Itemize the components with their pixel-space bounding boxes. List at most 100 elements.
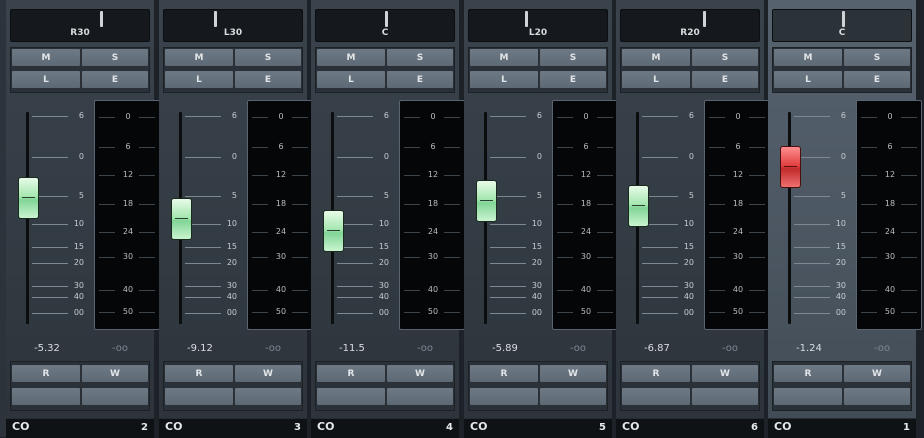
volume-fader[interactable]	[476, 179, 497, 222]
empty-button[interactable]	[773, 387, 843, 406]
peak-readout[interactable]: -oo	[722, 343, 738, 354]
channel-strip-1[interactable]: C M S L E 6 0 5 10 15 20 30 40 00 0 6 12 18 24 30 40 50 …	[768, 0, 922, 438]
pan-knob[interactable]	[525, 11, 528, 27]
write-button[interactable]: W	[539, 364, 607, 383]
solo-button[interactable]: S	[843, 48, 911, 67]
empty-button[interactable]	[691, 387, 759, 406]
pan-control[interactable]: R20	[620, 9, 760, 42]
channel-strip-2[interactable]: R30 M S L E 6 0 5 10 15 20 30 40 00 0 6 12 18 24 30 40 5…	[6, 0, 160, 438]
link-icon[interactable]: CO	[774, 420, 791, 433]
peak-readout[interactable]: -oo	[417, 343, 433, 354]
mute-button[interactable]: M	[773, 48, 843, 67]
empty-button[interactable]	[234, 387, 302, 406]
read-button[interactable]: R	[469, 364, 539, 383]
listen-button[interactable]: L	[773, 70, 843, 89]
link-icon[interactable]: CO	[317, 420, 334, 433]
edit-button[interactable]: E	[539, 70, 607, 89]
empty-button[interactable]	[316, 387, 386, 406]
edit-button[interactable]: E	[81, 70, 149, 89]
fader-scale-label: 6	[840, 111, 846, 120]
edit-button[interactable]: E	[234, 70, 302, 89]
listen-button[interactable]: L	[11, 70, 81, 89]
write-button[interactable]: W	[386, 364, 454, 383]
edit-button[interactable]: E	[843, 70, 911, 89]
volume-readout[interactable]: -1.24	[796, 343, 822, 354]
peak-readout[interactable]: -oo	[112, 343, 128, 354]
listen-button[interactable]: L	[469, 70, 539, 89]
read-button[interactable]: R	[773, 364, 843, 383]
peak-readout[interactable]: -oo	[570, 343, 586, 354]
write-button[interactable]: W	[843, 364, 911, 383]
read-button[interactable]: R	[621, 364, 691, 383]
volume-readout[interactable]: -5.89	[492, 343, 518, 354]
pan-knob[interactable]	[842, 11, 845, 27]
read-button[interactable]: R	[164, 364, 234, 383]
meter-tick	[252, 147, 268, 148]
link-icon[interactable]: CO	[12, 420, 29, 433]
listen-button[interactable]: L	[316, 70, 386, 89]
mute-button[interactable]: M	[316, 48, 386, 67]
write-button[interactable]: W	[691, 364, 759, 383]
listen-button[interactable]: L	[164, 70, 234, 89]
pan-knob[interactable]	[214, 11, 217, 27]
solo-button[interactable]: S	[234, 48, 302, 67]
volume-readout[interactable]: -5.32	[34, 343, 60, 354]
read-button[interactable]: R	[316, 364, 386, 383]
channel-button-panel: M S L E	[10, 47, 150, 93]
write-button[interactable]: W	[81, 364, 149, 383]
solo-button[interactable]: S	[691, 48, 759, 67]
pan-knob[interactable]	[100, 11, 103, 27]
volume-fader[interactable]	[171, 198, 192, 241]
mute-button[interactable]: M	[621, 48, 691, 67]
empty-button[interactable]	[164, 387, 234, 406]
meter-tick	[99, 175, 115, 176]
channel-strip-5[interactable]: L20 M S L E 6 0 5 10 15 20 30 40 00 0 6 12 18 24 30 40 5…	[464, 0, 618, 438]
link-icon[interactable]: CO	[165, 420, 182, 433]
edit-button[interactable]: E	[386, 70, 454, 89]
mute-button[interactable]: M	[11, 48, 81, 67]
mute-button[interactable]: M	[164, 48, 234, 67]
solo-button[interactable]: S	[386, 48, 454, 67]
empty-button[interactable]	[621, 387, 691, 406]
empty-button[interactable]	[11, 387, 81, 406]
channel-strip-4[interactable]: C M S L E 6 0 5 10 15 20 30 40 00 0 6 12 18 24 30 40 50 …	[311, 0, 465, 438]
pan-control[interactable]: C	[772, 9, 912, 42]
solo-button[interactable]: S	[81, 48, 149, 67]
meter-scale-label: 24	[275, 227, 287, 236]
level-meter: 0 6 12 18 24 30 40 50	[704, 100, 770, 330]
mute-button[interactable]: M	[469, 48, 539, 67]
write-button[interactable]: W	[234, 364, 302, 383]
empty-button[interactable]	[469, 387, 539, 406]
pan-knob[interactable]	[385, 11, 388, 27]
pan-control[interactable]: R30	[10, 9, 150, 42]
read-button[interactable]: R	[11, 364, 81, 383]
solo-button[interactable]: S	[539, 48, 607, 67]
meter-tick	[901, 290, 917, 291]
pan-control[interactable]: L30	[163, 9, 303, 42]
channel-strip-6[interactable]: R20 M S L E 6 0 5 10 15 20 30 40 00 0 6 12 18 24 30 40 5…	[616, 0, 770, 438]
link-icon[interactable]: CO	[470, 420, 487, 433]
pan-knob[interactable]	[703, 11, 706, 27]
listen-button[interactable]: L	[621, 70, 691, 89]
empty-button[interactable]	[539, 387, 607, 406]
channel-strip-3[interactable]: L30 M S L E 6 0 5 10 15 20 30 40 00 0 6 12 18 24 30 40 5…	[159, 0, 313, 438]
volume-fader[interactable]	[780, 145, 801, 188]
link-icon[interactable]: CO	[622, 420, 639, 433]
empty-button[interactable]	[386, 387, 454, 406]
fader-track[interactable]	[788, 112, 791, 324]
volume-readout[interactable]: -9.12	[187, 343, 213, 354]
empty-button[interactable]	[81, 387, 149, 406]
fader-scale-label: 30	[378, 281, 389, 290]
volume-readout[interactable]: -6.87	[644, 343, 670, 354]
pan-control[interactable]: L20	[468, 9, 608, 42]
peak-readout[interactable]: -oo	[874, 343, 890, 354]
volume-fader[interactable]	[18, 176, 39, 219]
volume-fader[interactable]	[628, 185, 649, 228]
volume-fader[interactable]	[323, 209, 344, 252]
edit-button[interactable]: E	[691, 70, 759, 89]
peak-readout[interactable]: -oo	[265, 343, 281, 354]
empty-button[interactable]	[843, 387, 911, 406]
volume-readout[interactable]: -11.5	[339, 343, 365, 354]
fader-scale-label: 10	[683, 219, 694, 228]
pan-control[interactable]: C	[315, 9, 455, 42]
